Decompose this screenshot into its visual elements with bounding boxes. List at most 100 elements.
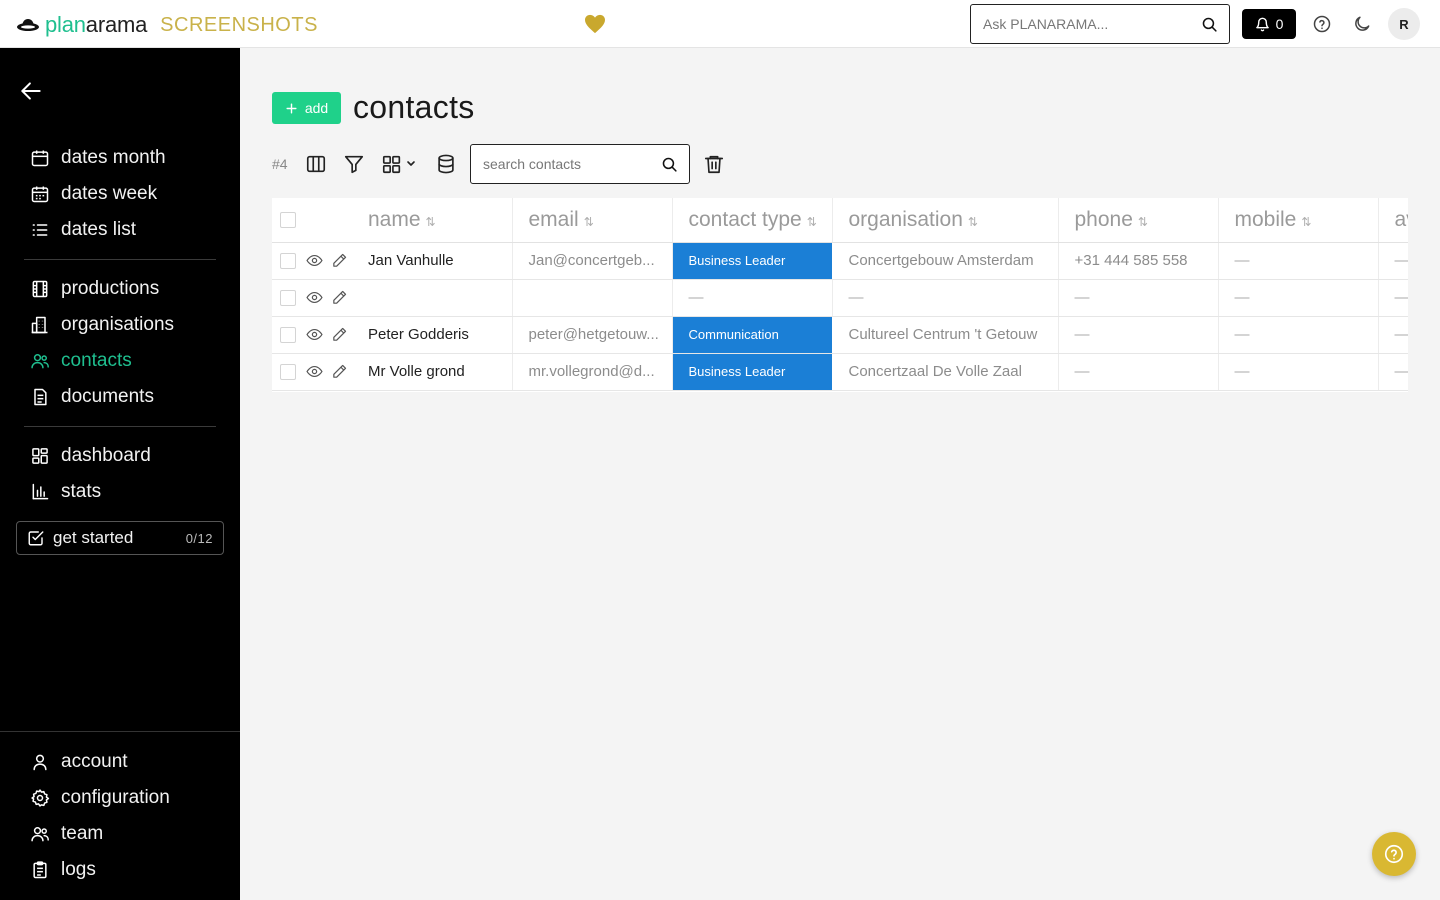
column-header-mobile[interactable]: mobile ⇅: [1218, 198, 1379, 243]
filter-icon[interactable]: [343, 153, 365, 175]
cell-organisation: Cultureel Centrum 't Getouw: [832, 316, 1059, 354]
sidebar-item-dashboard[interactable]: dashboard: [30, 441, 151, 471]
header-select-all[interactable]: [272, 198, 352, 243]
get-started-button[interactable]: get started 0/12: [16, 521, 224, 555]
cell-contact-type: Business Leader: [672, 353, 833, 391]
table-row[interactable]: Mr Volle grond mr.vollegrond@d... Busine…: [272, 353, 1408, 391]
cell-email: mr.vollegrond@d...: [512, 353, 673, 391]
sidebar-item-dates-week[interactable]: dates week: [30, 179, 157, 209]
ask-input[interactable]: [983, 5, 1198, 43]
pencil-icon[interactable]: [331, 289, 348, 306]
sidebar-item-account[interactable]: account: [30, 747, 128, 777]
eye-icon[interactable]: [306, 289, 323, 306]
pencil-icon[interactable]: [331, 363, 348, 380]
sidebar-item-label: dates week: [61, 183, 158, 204]
table-row[interactable]: Peter Godderis peter@hetgetouw... Commun…: [272, 316, 1408, 354]
sort-icon[interactable]: ⇅: [1301, 215, 1311, 229]
grid-view-icon[interactable]: [381, 153, 403, 175]
select-all-checkbox[interactable]: [280, 212, 296, 229]
chevron-down-icon[interactable]: [404, 153, 418, 175]
cell-mobile: —: [1218, 353, 1379, 391]
sidebar-divider: [24, 426, 216, 427]
cell-phone: —: [1058, 353, 1219, 391]
record-count: #4: [272, 156, 288, 172]
column-header-contact-type[interactable]: contact type ⇅: [672, 198, 833, 243]
gear-icon: [31, 789, 50, 807]
list-icon: [32, 224, 48, 236]
ask-search-box: [970, 4, 1230, 44]
cell-extra: —: [1378, 242, 1408, 280]
sidebar-item-productions[interactable]: productions: [30, 274, 159, 304]
cell-mobile: —: [1218, 279, 1379, 317]
sort-icon[interactable]: ⇅: [584, 215, 594, 229]
help-floating-button[interactable]: [1372, 832, 1416, 876]
eye-icon[interactable]: [306, 363, 323, 380]
sidebar-item-label: configuration: [61, 787, 170, 808]
column-header-extra[interactable]: av: [1378, 198, 1408, 243]
clipboard-icon: [33, 861, 47, 879]
sidebar-item-team[interactable]: team: [30, 819, 103, 849]
cell-name[interactable]: [352, 279, 513, 317]
row-checkbox[interactable]: [280, 289, 296, 306]
cell-phone: —: [1058, 316, 1219, 354]
sidebar-item-documents[interactable]: documents: [30, 382, 154, 412]
logo[interactable]: planarama SCREENSHOTS: [16, 12, 318, 38]
sidebar-item-label: documents: [61, 386, 154, 407]
search-icon[interactable]: [661, 156, 678, 173]
sidebar-item-dates-month[interactable]: dates month: [30, 143, 166, 173]
search-input[interactable]: [483, 145, 658, 183]
sidebar-item-stats[interactable]: stats: [30, 477, 101, 507]
sidebar-item-dates-list[interactable]: dates list: [30, 215, 136, 245]
trash-icon[interactable]: [703, 153, 725, 175]
moon-icon[interactable]: [1352, 14, 1372, 34]
sort-icon[interactable]: ⇅: [968, 215, 978, 229]
cell-name[interactable]: Mr Volle grond: [352, 353, 513, 391]
column-header-name[interactable]: name ⇅: [352, 198, 513, 243]
contacts-search-box: [470, 144, 690, 184]
plus-icon: [286, 102, 297, 114]
cell-mobile: —: [1218, 242, 1379, 280]
column-header-email[interactable]: email ⇅: [512, 198, 673, 243]
team-icon: [31, 827, 49, 842]
sidebar-item-label: organisations: [61, 314, 175, 335]
arrow-left-icon[interactable]: [18, 78, 44, 104]
sidebar-item-organisations[interactable]: organisations: [30, 310, 174, 340]
contacts-table: name ⇅ email ⇅ contact type ⇅ organisation ⇅…: [272, 198, 1408, 392]
eye-icon[interactable]: [306, 252, 323, 269]
search-icon[interactable]: [1201, 16, 1218, 33]
row-checkbox[interactable]: [280, 363, 296, 380]
sidebar-item-contacts[interactable]: contacts: [30, 346, 132, 376]
heart-icon[interactable]: [584, 14, 606, 34]
table-row[interactable]: — — — — —: [272, 279, 1408, 317]
eye-icon[interactable]: [306, 326, 323, 343]
add-button[interactable]: add: [272, 92, 341, 124]
pencil-icon[interactable]: [331, 252, 348, 269]
help-circle-icon[interactable]: [1312, 14, 1332, 34]
sidebar-item-label: dates month: [61, 147, 166, 168]
table-row[interactable]: Jan Vanhulle Jan@concertgeb... Business …: [272, 242, 1408, 280]
sort-icon[interactable]: ⇅: [426, 215, 436, 229]
page-title: contacts: [353, 89, 475, 125]
users-icon: [31, 354, 49, 369]
column-header-organisation[interactable]: organisation ⇅: [832, 198, 1059, 243]
sidebar-item-logs[interactable]: logs: [30, 855, 96, 885]
cell-name[interactable]: Jan Vanhulle: [352, 242, 513, 280]
row-checkbox[interactable]: [280, 326, 296, 343]
add-button-label: add: [304, 100, 329, 116]
sidebar: dates month dates week dates list produc…: [0, 48, 240, 900]
database-icon[interactable]: [435, 153, 457, 175]
cell-organisation: —: [832, 279, 1059, 317]
notification-count: 0: [1275, 16, 1284, 32]
avatar[interactable]: R: [1388, 8, 1420, 40]
sort-icon[interactable]: ⇅: [807, 215, 817, 229]
columns-icon[interactable]: [305, 153, 327, 175]
sort-icon[interactable]: ⇅: [1138, 215, 1148, 229]
cell-email: [512, 279, 673, 317]
column-header-phone[interactable]: phone ⇅: [1058, 198, 1219, 243]
cell-name[interactable]: Peter Godderis: [352, 316, 513, 354]
notifications-button[interactable]: 0: [1242, 9, 1296, 39]
sidebar-item-configuration[interactable]: configuration: [30, 783, 170, 813]
pencil-icon[interactable]: [331, 326, 348, 343]
row-checkbox[interactable]: [280, 252, 296, 269]
document-icon: [34, 388, 47, 406]
